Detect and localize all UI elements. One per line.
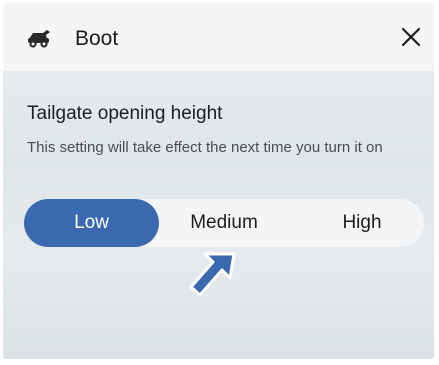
height-option-medium[interactable]: Medium <box>164 199 284 247</box>
setting-title: Tailgate opening height <box>27 103 223 124</box>
panel-header: Boot <box>3 3 434 71</box>
panel-title: Boot <box>75 27 119 50</box>
car-boot-icon <box>28 30 50 48</box>
setting-description: This setting will take effect the next t… <box>27 139 383 156</box>
pointer-arrow-icon <box>189 252 236 297</box>
close-icon[interactable] <box>399 25 423 49</box>
boot-settings-panel: Boot Tailgate opening height This settin… <box>3 3 434 359</box>
height-option-high[interactable]: High <box>306 199 418 247</box>
height-selector: Low Medium High <box>24 199 424 247</box>
height-option-low[interactable]: Low <box>24 199 159 247</box>
